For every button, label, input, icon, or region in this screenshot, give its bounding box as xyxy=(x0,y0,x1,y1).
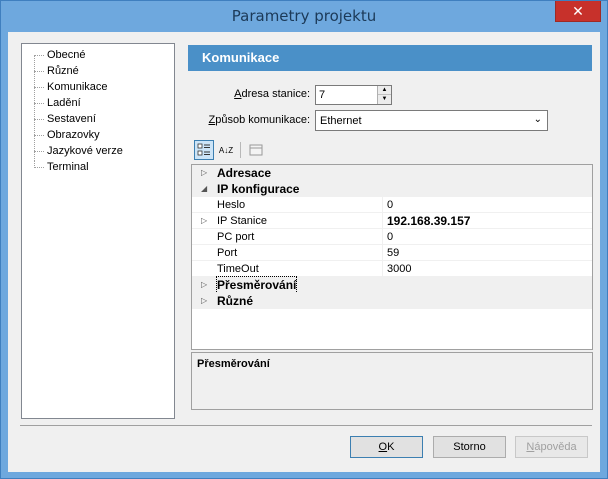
grid-value[interactable]: 59 xyxy=(387,245,399,261)
grid-row-ruzne[interactable]: ▷ Různé xyxy=(192,293,592,309)
grid-row-timeout[interactable]: TimeOut 3000 xyxy=(192,261,592,277)
dialog-client-area: Obecné Různé Komunikace Ladění Sestavení… xyxy=(8,32,600,472)
close-button[interactable]: ✕ xyxy=(555,1,601,22)
window-title: Parametry projektu xyxy=(231,7,377,25)
tree-item-label: Jazykové verze xyxy=(47,145,123,157)
tree-item-label: Obrazovky xyxy=(47,129,100,141)
tree-item-label: Terminal xyxy=(47,161,89,173)
tree-item-obrazovky[interactable]: Obrazovky xyxy=(22,128,172,143)
expand-icon[interactable]: ▷ xyxy=(201,277,207,293)
tree-item-label: Komunikace xyxy=(47,81,108,93)
cancel-button[interactable]: Storno xyxy=(433,436,506,458)
grid-value[interactable]: 0 xyxy=(387,229,393,245)
tree-item-ruzne[interactable]: Různé xyxy=(22,64,172,79)
categorized-icon xyxy=(197,143,210,156)
expand-icon[interactable]: ▷ xyxy=(201,213,207,229)
collapse-icon[interactable]: ◢ xyxy=(201,181,207,197)
grid-row-adresace[interactable]: ▷ Adresace xyxy=(192,165,592,181)
grid-row-ip-stanice[interactable]: ▷ IP Stanice 192.168.39.157 xyxy=(192,213,592,229)
alphabetical-button[interactable]: A↓Z xyxy=(216,140,236,160)
expand-icon[interactable]: ▷ xyxy=(201,293,207,309)
description-panel: Přesměrování xyxy=(191,352,593,410)
method-label: Způsob komunikace: xyxy=(208,114,310,126)
tree-item-terminal[interactable]: Terminal xyxy=(22,160,172,175)
tree-item-label: Různé xyxy=(47,65,79,77)
tree-item-sestaveni[interactable]: Sestavení xyxy=(22,112,172,127)
footer-divider xyxy=(20,425,592,426)
grid-value[interactable]: 0 xyxy=(387,197,393,213)
grid-row-port[interactable]: Port 59 xyxy=(192,245,592,261)
expand-icon[interactable]: ▷ xyxy=(201,165,207,181)
ok-button[interactable]: OK xyxy=(350,436,423,458)
property-grid[interactable]: ▷ Adresace ◢ IP konfigurace Heslo 0 ▷ IP… xyxy=(191,164,593,350)
help-button[interactable]: Nápověda xyxy=(515,436,588,458)
property-pages-button[interactable] xyxy=(246,140,266,160)
category-tree[interactable]: Obecné Různé Komunikace Ladění Sestavení… xyxy=(21,43,175,419)
tree-item-ladeni[interactable]: Ladění xyxy=(22,96,172,111)
method-value: Ethernet xyxy=(320,115,362,127)
grid-value[interactable]: 192.168.39.157 xyxy=(387,213,470,229)
grid-value[interactable]: 3000 xyxy=(387,261,411,277)
grid-row-presmerovani[interactable]: ▷ Přesměrování xyxy=(192,276,592,294)
chevron-down-icon: ⌄ xyxy=(533,114,542,125)
tree-item-label: Ladění xyxy=(47,97,81,109)
stepper-up-icon[interactable]: ▲ xyxy=(378,86,391,95)
method-select[interactable]: Ethernet ⌄ xyxy=(315,110,548,131)
property-pages-icon xyxy=(249,144,263,156)
tree-item-jazykove-verze[interactable]: Jazykové verze xyxy=(22,144,172,159)
close-icon: ✕ xyxy=(572,3,584,19)
tree-item-komunikace[interactable]: Komunikace xyxy=(22,80,172,95)
address-value: 7 xyxy=(319,89,326,101)
address-label: Adresa stanice: xyxy=(234,88,310,100)
description-title: Přesměrování xyxy=(197,358,270,370)
section-header: Komunikace xyxy=(188,45,592,71)
tree-item-label: Sestavení xyxy=(47,113,96,125)
sort-alpha-icon: A↓Z xyxy=(218,146,234,155)
title-bar[interactable]: Parametry projektu ✕ xyxy=(1,1,607,32)
grid-row-ip-konfigurace[interactable]: ◢ IP konfigurace xyxy=(192,181,592,197)
toolbar-separator xyxy=(240,142,241,158)
tree-item-obecne[interactable]: Obecné xyxy=(22,48,172,63)
categorized-button[interactable] xyxy=(194,140,214,160)
grid-row-heslo[interactable]: Heslo 0 xyxy=(192,197,592,213)
dialog-window: Parametry projektu ✕ Obecné Různé Komuni… xyxy=(0,0,608,479)
tree-item-label: Obecné xyxy=(47,49,86,61)
stepper-down-icon[interactable]: ▼ xyxy=(378,95,391,104)
address-stepper[interactable]: 7 ▲ ▼ xyxy=(315,85,392,105)
grid-row-pc-port[interactable]: PC port 0 xyxy=(192,229,592,245)
